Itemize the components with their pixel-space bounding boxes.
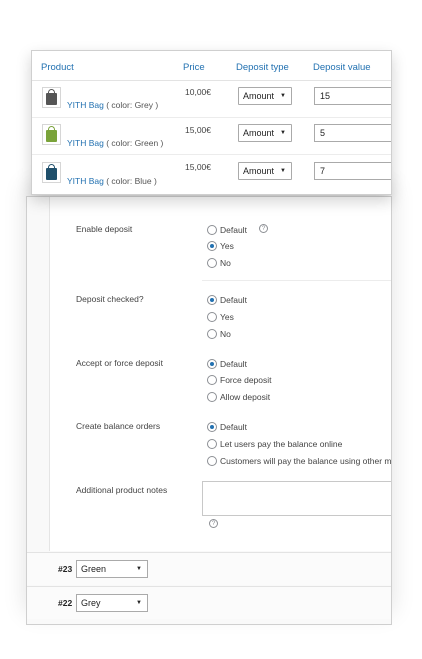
deposit-type-select[interactable]: Amount ▼: [238, 87, 292, 105]
deposit-type-value: Amount: [243, 128, 275, 138]
enable-deposit-default-radio[interactable]: Default: [207, 224, 247, 236]
radio-circle-selected: [207, 240, 217, 251]
radio-circle-selected: [207, 421, 217, 432]
product-name: YITH Bag ( color: Green ): [67, 138, 163, 148]
radio-circle: [207, 374, 217, 385]
variation-id: #23: [58, 564, 73, 574]
force-deposit-radio[interactable]: Force deposit: [207, 374, 272, 386]
product-name: YITH Bag ( color: Blue ): [67, 176, 157, 186]
col-deposit-value-header[interactable]: Deposit value: [313, 62, 371, 73]
col-deposit-type-header[interactable]: Deposit type: [236, 62, 289, 73]
accept-force-deposit-label: Accept or force deposit: [76, 358, 163, 368]
product-variant: ( color: Green ): [106, 138, 164, 148]
product-price: 15,00€: [185, 162, 211, 172]
deposit-value-input[interactable]: 15: [314, 87, 391, 105]
deposit-checked-default-radio[interactable]: Default: [207, 294, 247, 306]
table-row: YITH Bag ( color: Green ) 15,00€ Amount …: [32, 118, 391, 155]
chevron-down-icon: ▼: [280, 168, 286, 174]
product-thumbnail[interactable]: [42, 162, 61, 183]
table-header: Product Price Deposit type Deposit value: [32, 51, 391, 81]
deposit-type-select[interactable]: Amount ▼: [238, 124, 292, 142]
col-price-header[interactable]: Price: [183, 62, 205, 73]
product-price: 15,00€: [185, 125, 211, 135]
chevron-down-icon: ▼: [136, 600, 142, 606]
bag-icon: [46, 93, 57, 105]
deposit-variations-table: Product Price Deposit type Deposit value…: [31, 50, 392, 195]
product-thumbnail[interactable]: [42, 87, 61, 108]
deposit-type-select[interactable]: Amount ▼: [238, 162, 292, 180]
deposit-value-input[interactable]: 5: [314, 124, 391, 142]
variation-row: #22 Grey ▼: [27, 586, 391, 619]
enable-deposit-no-radio[interactable]: No: [207, 257, 231, 269]
help-icon[interactable]: ?: [209, 519, 218, 528]
deposit-type-value: Amount: [243, 166, 275, 176]
deposit-value-input[interactable]: 7: [314, 162, 391, 180]
allow-deposit-radio[interactable]: Allow deposit: [207, 391, 270, 403]
deposit-checked-no-radio[interactable]: No: [207, 328, 231, 340]
table-row: YITH Bag ( color: Blue ) 15,00€ Amount ▼…: [32, 155, 391, 192]
radio-circle: [207, 311, 217, 322]
create-balance-orders-label: Create balance orders: [76, 421, 161, 431]
radio-circle: [207, 257, 217, 268]
product-variant: ( color: Grey ): [106, 100, 159, 110]
radio-circle: [207, 391, 217, 402]
radio-circle-selected: [207, 294, 217, 305]
balance-pay-online-radio[interactable]: Let users pay the balance online: [207, 438, 342, 450]
product-price: 10,00€: [185, 87, 211, 97]
product-link[interactable]: YITH Bag: [67, 138, 104, 148]
product-link[interactable]: YITH Bag: [67, 100, 104, 110]
radio-circle: [207, 455, 217, 466]
variation-color-select[interactable]: Grey ▼: [76, 594, 148, 612]
deposit-checked-yes-radio[interactable]: Yes: [207, 311, 234, 323]
deposit-type-value: Amount: [243, 91, 275, 101]
variation-color-select[interactable]: Green ▼: [76, 560, 148, 578]
col-product-header[interactable]: Product: [41, 62, 74, 73]
radio-circle: [207, 438, 217, 449]
enable-deposit-label: Enable deposit: [76, 224, 133, 234]
radio-circle-selected: [207, 358, 217, 369]
enable-deposit-yes-radio[interactable]: Yes: [207, 240, 234, 252]
product-name: YITH Bag ( color: Grey ): [67, 100, 158, 110]
balance-other-means-radio[interactable]: Customers will pay the balance using oth…: [207, 455, 391, 467]
bag-icon: [46, 168, 57, 180]
product-thumbnail[interactable]: [42, 124, 61, 145]
accept-force-default-radio[interactable]: Default: [207, 358, 247, 370]
variation-id: #22: [58, 598, 73, 608]
help-icon[interactable]: ?: [259, 224, 268, 233]
additional-notes-label: Additional product notes: [76, 485, 168, 495]
deposit-options-box: Enable deposit Default ? Yes No Deposit …: [49, 197, 391, 551]
chevron-down-icon: ▼: [280, 130, 286, 136]
divider: [202, 280, 391, 281]
variation-color-value: Green: [81, 564, 107, 574]
variation-row: #23 Green ▼: [27, 552, 391, 585]
product-link[interactable]: YITH Bag: [67, 176, 104, 186]
radio-circle: [207, 224, 217, 235]
bag-icon: [46, 130, 57, 142]
table-row: YITH Bag ( color: Grey ) 10,00€ Amount ▼…: [32, 81, 391, 118]
chevron-down-icon: ▼: [280, 93, 286, 99]
variation-color-value: Grey: [81, 598, 101, 608]
deposit-checked-label: Deposit checked?: [76, 294, 144, 304]
additional-notes-textarea[interactable]: [202, 481, 391, 516]
variation-deposit-settings: Enable deposit Default ? Yes No Deposit …: [26, 196, 392, 625]
product-variant: ( color: Blue ): [106, 176, 157, 186]
chevron-down-icon: ▼: [136, 566, 142, 572]
radio-circle: [207, 328, 217, 339]
balance-orders-default-radio[interactable]: Default: [207, 421, 247, 433]
